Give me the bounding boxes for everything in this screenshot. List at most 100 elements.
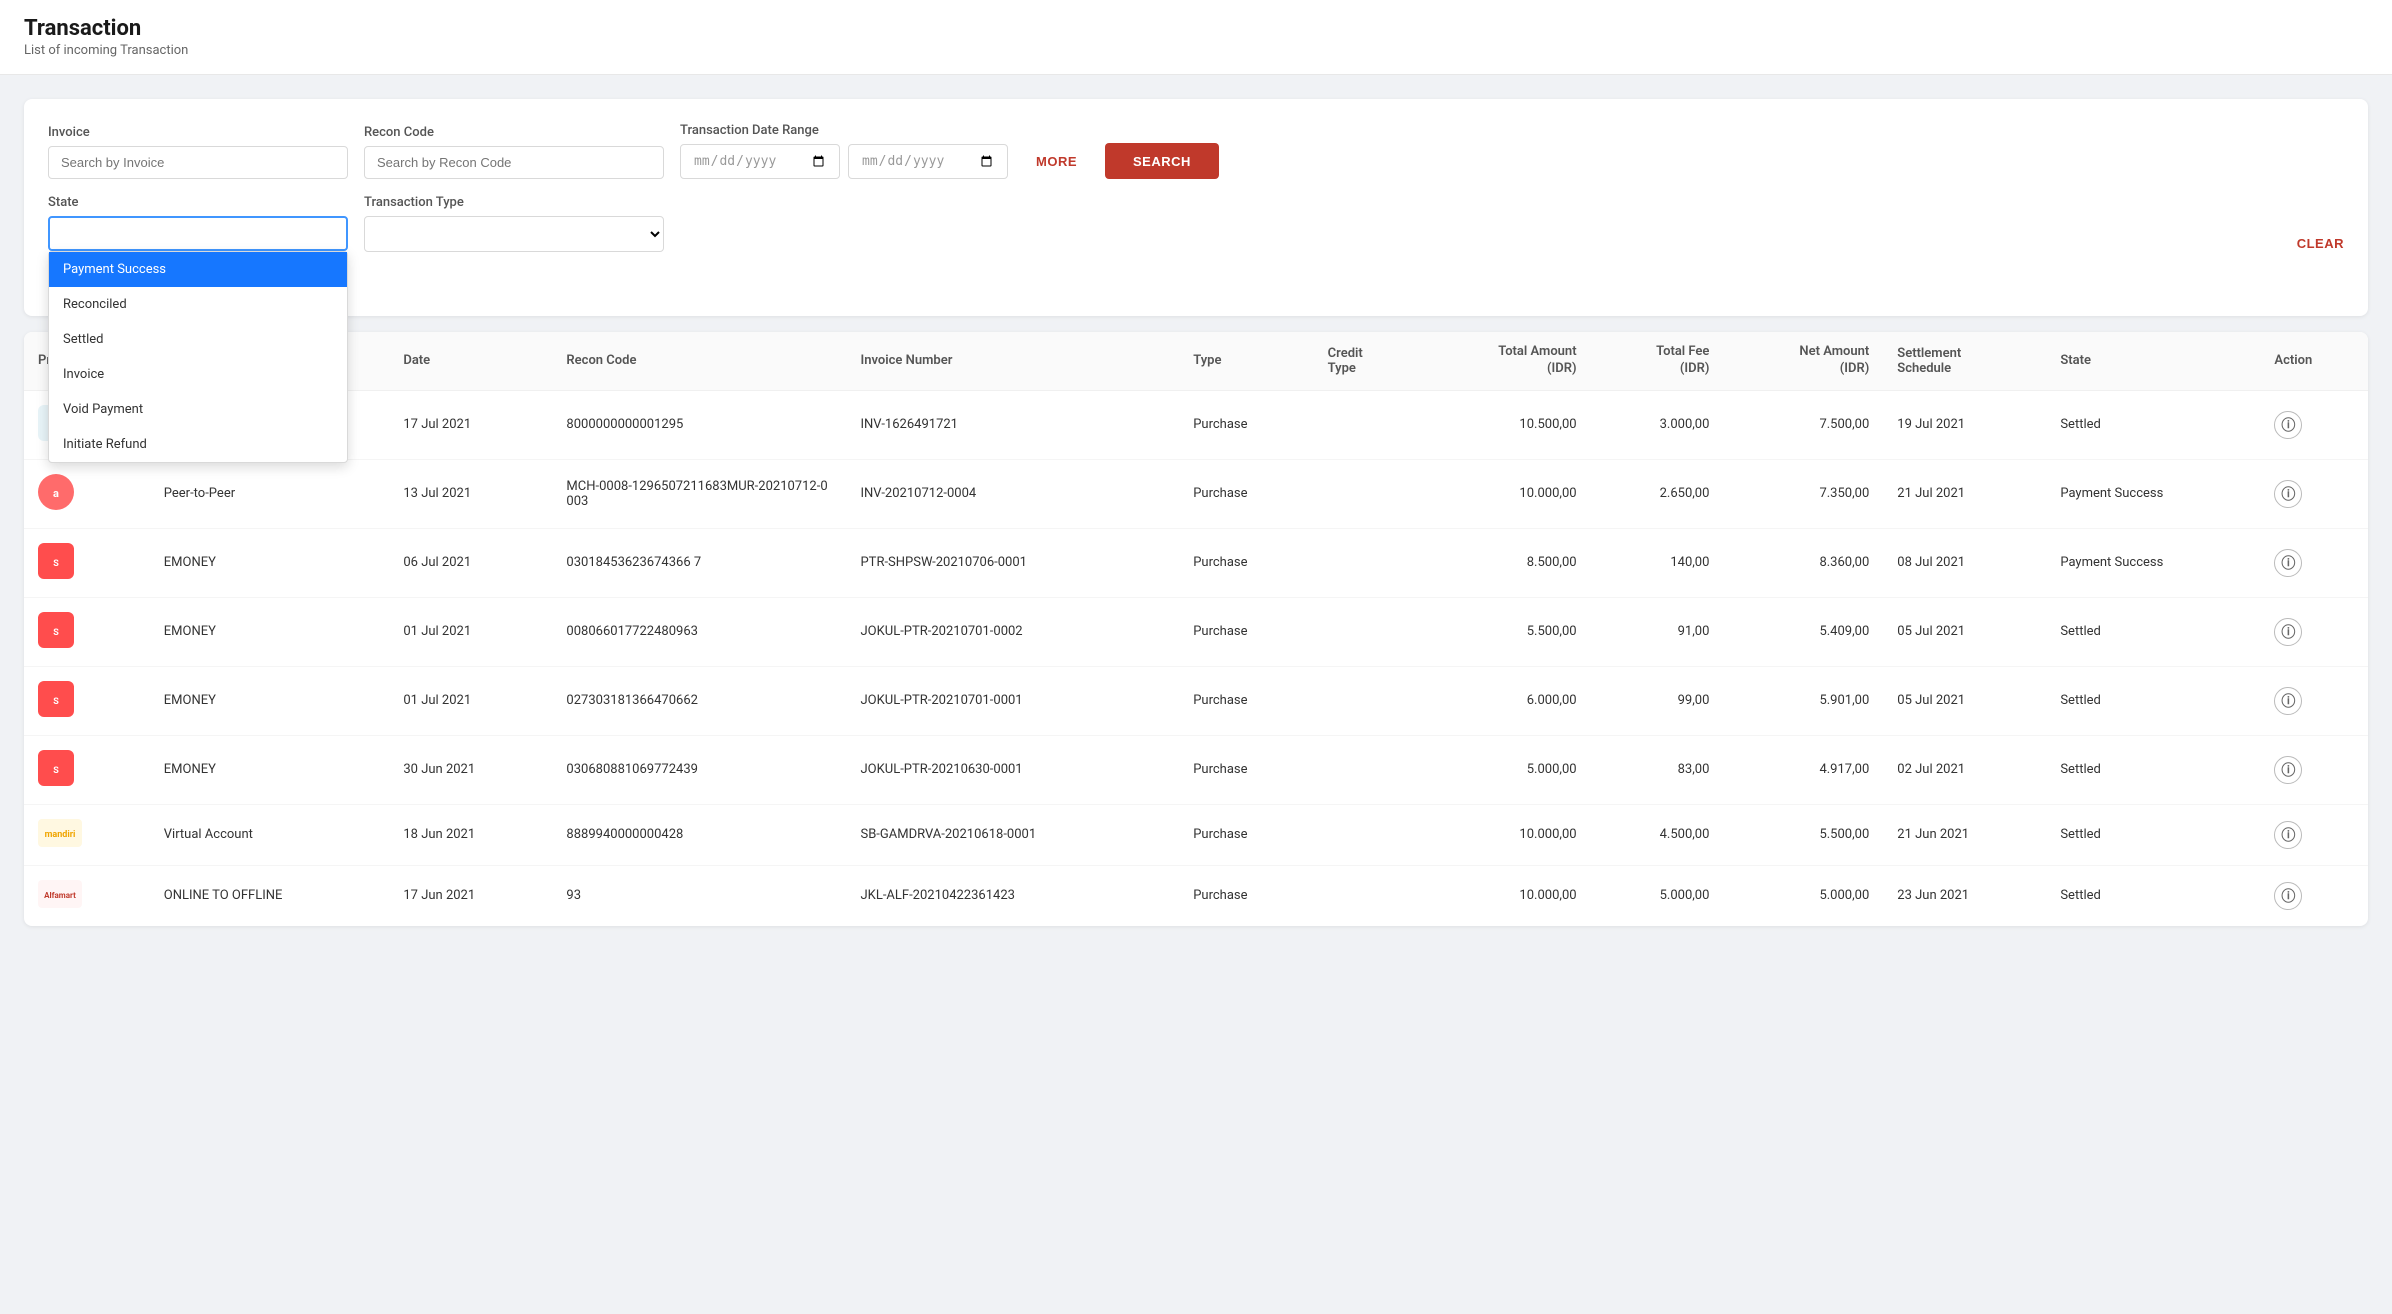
state-option-invoice[interactable]: Invoice <box>49 357 347 392</box>
cell-date: 13 Jul 2021 <box>389 459 552 528</box>
cell-total-amount: 10.000,00 <box>1417 804 1591 865</box>
svg-text:S: S <box>53 766 59 776</box>
invoice-label: Invoice <box>48 125 348 140</box>
state-option-void-payment[interactable]: Void Payment <box>49 392 347 427</box>
col-total-fee: Total Fee(IDR) <box>1591 332 1724 390</box>
provider-logo: S <box>38 543 74 583</box>
transactions-table: Provider Credit Type Date Recon Code Inv… <box>24 332 2368 926</box>
cell-provider: a <box>24 459 150 528</box>
cell-type: Purchase <box>1179 390 1313 459</box>
col-invoice-number: Invoice Number <box>846 332 1179 390</box>
cell-settlement-schedule: 05 Jul 2021 <box>1883 597 2046 666</box>
info-button[interactable]: ⓘ <box>2274 756 2302 784</box>
cell-action: ⓘ <box>2260 666 2368 735</box>
info-button[interactable]: ⓘ <box>2274 411 2302 439</box>
cell-date: 17 Jun 2021 <box>389 865 552 926</box>
svg-text:S: S <box>53 697 59 707</box>
cell-action: ⓘ <box>2260 735 2368 804</box>
transaction-type-select[interactable] <box>364 216 664 252</box>
cell-date: 06 Jul 2021 <box>389 528 552 597</box>
cell-state: Payment Success <box>2046 459 2260 528</box>
cell-recon-code: 008066017722480963 <box>552 597 846 666</box>
recon-input[interactable] <box>364 146 664 179</box>
cell-total-amount: 10.000,00 <box>1417 865 1591 926</box>
table-row: mandiri Virtual Account 18 Jun 2021 8889… <box>24 804 2368 865</box>
cell-invoice-number: INV-1626491721 <box>846 390 1179 459</box>
state-input-wrapper: Payment Success Reconciled Settled Invoi… <box>48 216 348 251</box>
cell-net-amount: 8.360,00 <box>1723 528 1883 597</box>
provider-logo: S <box>38 612 74 652</box>
cell-total-amount: 6.000,00 <box>1417 666 1591 735</box>
cell-settlement-schedule: 08 Jul 2021 <box>1883 528 2046 597</box>
cell-action: ⓘ <box>2260 459 2368 528</box>
cell-credit-type: EMONEY <box>150 666 390 735</box>
svg-text:a: a <box>53 487 59 500</box>
cell-credit-type2 <box>1314 804 1417 865</box>
cell-type: Purchase <box>1179 528 1313 597</box>
cell-recon-code: 03018453623674366 7 <box>552 528 846 597</box>
svg-text:S: S <box>53 628 59 638</box>
cell-total-fee: 99,00 <box>1591 666 1724 735</box>
col-type: Type <box>1179 332 1313 390</box>
date-from-input[interactable] <box>680 144 840 179</box>
cell-settlement-schedule: 05 Jul 2021 <box>1883 666 2046 735</box>
cell-total-fee: 91,00 <box>1591 597 1724 666</box>
table-row: Alfamart ONLINE TO OFFLINE 17 Jun 2021 9… <box>24 865 2368 926</box>
cell-net-amount: 7.500,00 <box>1723 390 1883 459</box>
cell-state: Settled <box>2046 735 2260 804</box>
info-button[interactable]: ⓘ <box>2274 549 2302 577</box>
cell-net-amount: 5.500,00 <box>1723 804 1883 865</box>
col-net-amount: Net Amount(IDR) <box>1723 332 1883 390</box>
cell-total-fee: 140,00 <box>1591 528 1724 597</box>
invoice-input[interactable] <box>48 146 348 179</box>
state-option-settled[interactable]: Settled <box>49 322 347 357</box>
info-button[interactable]: ⓘ <box>2274 821 2302 849</box>
table-row: S EMONEY 01 Jul 2021 027303181366470662 … <box>24 666 2368 735</box>
cell-invoice-number: JOKUL-PTR-20210630-0001 <box>846 735 1179 804</box>
cell-action: ⓘ <box>2260 528 2368 597</box>
provider-logo: Alfamart <box>38 880 82 912</box>
cell-action: ⓘ <box>2260 597 2368 666</box>
state-option-initiate-refund[interactable]: Initiate Refund <box>49 427 347 462</box>
cell-credit-type2 <box>1314 735 1417 804</box>
svg-text:S: S <box>53 559 59 569</box>
cell-provider: Alfamart <box>24 865 150 926</box>
table-row: S EMONEY 30 Jun 2021 030680881069772439 … <box>24 735 2368 804</box>
clear-button[interactable]: CLEAR <box>2297 224 2344 263</box>
state-option-payment-success[interactable]: Payment Success <box>49 252 347 287</box>
provider-logo: S <box>38 750 74 790</box>
more-button[interactable]: MORE <box>1024 143 1089 179</box>
cell-type: Purchase <box>1179 597 1313 666</box>
recon-filter-group: Recon Code <box>364 125 664 179</box>
page-header: Transaction List of incoming Transaction <box>0 0 2392 75</box>
filter-card: Invoice Recon Code Transaction Date Rang… <box>24 99 2368 316</box>
cell-total-fee: 3.000,00 <box>1591 390 1724 459</box>
cell-credit-type: Virtual Account <box>150 804 390 865</box>
cell-invoice-number: PTR-SHPSW-20210706-0001 <box>846 528 1179 597</box>
info-button[interactable]: ⓘ <box>2274 480 2302 508</box>
info-button[interactable]: ⓘ <box>2274 687 2302 715</box>
search-button[interactable]: SEARCH <box>1105 143 1219 179</box>
cell-state: Settled <box>2046 865 2260 926</box>
cell-type: Purchase <box>1179 804 1313 865</box>
date-range-inputs <box>680 144 1008 179</box>
table-row: a Peer-to-Peer 13 Jul 2021 MCH-0008-1296… <box>24 459 2368 528</box>
cell-date: 18 Jun 2021 <box>389 804 552 865</box>
info-button[interactable]: ⓘ <box>2274 618 2302 646</box>
state-option-reconciled[interactable]: Reconciled <box>49 287 347 322</box>
cell-recon-code: 8000000000001295 <box>552 390 846 459</box>
cell-credit-type: EMONEY <box>150 528 390 597</box>
cell-total-fee: 2.650,00 <box>1591 459 1724 528</box>
state-input[interactable] <box>48 216 348 251</box>
cell-recon-code: 027303181366470662 <box>552 666 846 735</box>
table-row: S EMONEY 06 Jul 2021 03018453623674366 7… <box>24 528 2368 597</box>
cell-action: ⓘ <box>2260 804 2368 865</box>
date-to-input[interactable] <box>848 144 1008 179</box>
cell-total-amount: 10.500,00 <box>1417 390 1591 459</box>
info-button[interactable]: ⓘ <box>2274 882 2302 910</box>
filter-row-1: Invoice Recon Code Transaction Date Rang… <box>48 123 2344 179</box>
cell-credit-type: Peer-to-Peer <box>150 459 390 528</box>
table-header-row: Provider Credit Type Date Recon Code Inv… <box>24 332 2368 390</box>
cell-date: 01 Jul 2021 <box>389 666 552 735</box>
cell-settlement-schedule: 19 Jul 2021 <box>1883 390 2046 459</box>
